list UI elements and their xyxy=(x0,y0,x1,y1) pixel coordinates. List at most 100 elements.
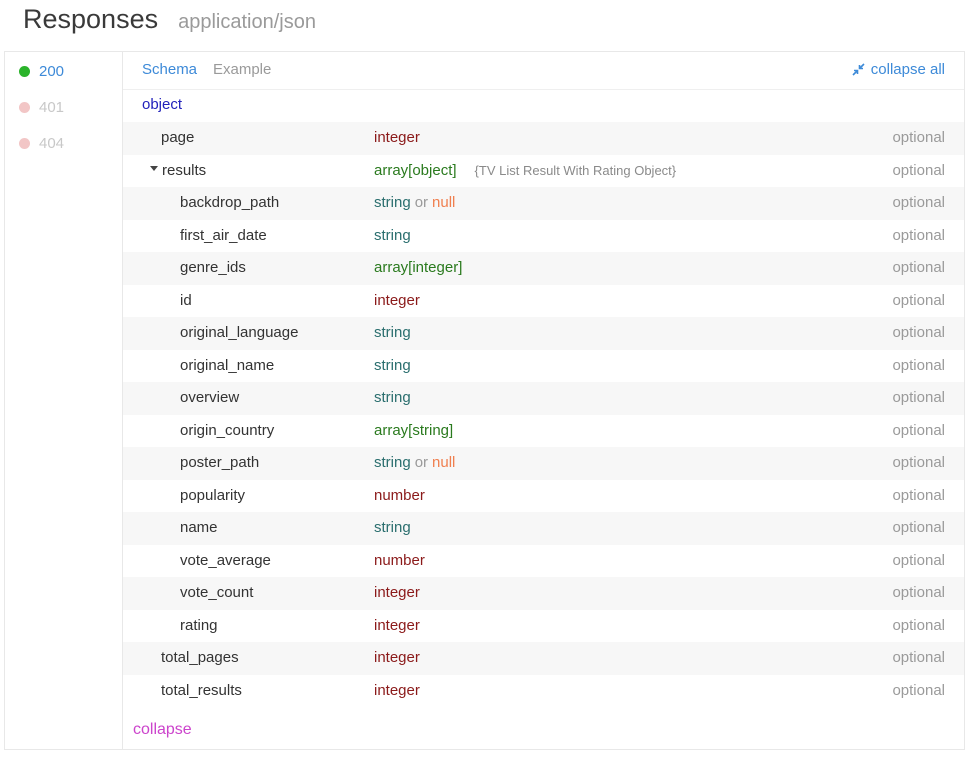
field-type: string or null xyxy=(374,454,455,471)
status-code-label: 200 xyxy=(39,62,65,80)
optional-label: optional xyxy=(892,356,945,374)
field-name: genre_ids xyxy=(180,259,246,276)
status-code-404[interactable]: 404 xyxy=(19,133,64,153)
field-name: id xyxy=(180,292,192,309)
field-type: integer xyxy=(374,584,420,601)
optional-label: optional xyxy=(892,551,945,569)
field-name-text: first_air_date xyxy=(180,226,267,244)
field-name: origin_country xyxy=(180,422,274,439)
status-code-401[interactable]: 401 xyxy=(19,97,64,117)
field-name: first_air_date xyxy=(180,227,267,244)
type-label: array[object] xyxy=(374,161,457,179)
field-name[interactable]: results xyxy=(150,162,206,179)
field-type: number xyxy=(374,487,425,504)
field-name: popularity xyxy=(180,487,245,504)
field-name: total_pages xyxy=(161,649,239,666)
schema-row-first-air-date: first_air_date string optional xyxy=(123,220,964,253)
field-name: page xyxy=(161,129,194,146)
schema-row-total-results: total_results integer optional xyxy=(123,675,964,708)
schema-row-results[interactable]: results array[object] {TV List Result With… xyxy=(123,155,964,188)
schema-row-name: name string optional xyxy=(123,512,964,545)
optional-label: optional xyxy=(892,324,945,341)
field-name-text: id xyxy=(180,291,192,309)
type-label: integer xyxy=(374,291,420,309)
status-dot-icon xyxy=(19,65,30,77)
schema-row-original-name: original_name string optional xyxy=(123,350,964,383)
optional-label: optional xyxy=(892,649,945,666)
field-name-text: original_language xyxy=(180,324,299,341)
type-label: string xyxy=(374,356,411,374)
field-type: array[string] xyxy=(374,422,453,439)
field-name-text: origin_country xyxy=(180,421,275,439)
field-type: number xyxy=(374,552,425,569)
field-name-text: overview xyxy=(180,389,240,406)
field-type: integer xyxy=(374,649,420,666)
field-type: string or null xyxy=(374,194,455,211)
optional-label: optional xyxy=(892,259,945,276)
schema-field-list: page integer optional results array[object] {… xyxy=(123,122,964,707)
type-label: string xyxy=(374,389,411,406)
field-name-text: vote_average xyxy=(180,551,271,569)
optional-label: optional xyxy=(892,584,945,601)
type-label: integer xyxy=(374,129,420,146)
schema-content: Schema Example collapse all object page i… xyxy=(123,52,964,749)
optional-label: optional xyxy=(892,421,945,439)
optional-label: optional xyxy=(892,486,945,504)
optional-label: optional xyxy=(892,291,945,309)
type-label: integer xyxy=(374,649,420,666)
schema-row-overview: overview string optional xyxy=(123,382,964,415)
field-name-text: total_results xyxy=(161,681,242,699)
field-type: string xyxy=(374,389,411,406)
optional-label: optional xyxy=(892,389,945,406)
type-label: string xyxy=(374,194,411,211)
field-name-text: vote_count xyxy=(180,584,254,601)
field-name-text: original_name xyxy=(180,356,275,374)
schema-row-vote-count: vote_count integer optional xyxy=(123,577,964,610)
type-label: array[integer] xyxy=(374,259,463,276)
schema-row-page: page integer optional xyxy=(123,122,964,155)
optional-label: optional xyxy=(892,681,945,699)
collapse-arrows-icon xyxy=(852,63,865,76)
field-name-text: poster_path xyxy=(180,454,260,471)
schema-row-total-pages: total_pages integer optional xyxy=(123,642,964,675)
field-name-text: popularity xyxy=(180,486,246,504)
field-name: total_results xyxy=(161,682,242,699)
status-code-label: 401 xyxy=(39,98,65,116)
collapse-link[interactable]: collapse xyxy=(133,721,192,739)
schema-row-rating: rating integer optional xyxy=(123,610,964,643)
page-title: Responses xyxy=(23,4,159,34)
schema-row-original-language: original_language string optional xyxy=(123,317,964,350)
type-label: integer xyxy=(374,616,420,634)
schema-row-vote-average: vote_average number optional xyxy=(123,545,964,578)
field-name: poster_path xyxy=(180,454,259,471)
field-name: original_language xyxy=(180,324,298,341)
tab-bar: Schema Example collapse all xyxy=(123,52,964,90)
null-type-label: null xyxy=(432,194,456,211)
field-type: string xyxy=(374,324,411,341)
root-type-label: object xyxy=(142,96,183,113)
optional-label: optional xyxy=(892,194,945,211)
caret-down-icon[interactable] xyxy=(150,166,158,172)
status-code-200[interactable]: 200 xyxy=(19,61,64,81)
field-name: name xyxy=(180,519,218,536)
or-label: or xyxy=(414,454,429,471)
field-name-text: backdrop_path xyxy=(180,194,280,211)
type-label: integer xyxy=(374,584,420,601)
field-name-text: results xyxy=(162,161,207,179)
schema-row-genre-ids: genre_ids array[integer] optional xyxy=(123,252,964,285)
schema-row-origin-country: origin_country array[string] optional xyxy=(123,415,964,448)
type-label: number xyxy=(374,551,425,569)
type-description: {TV List Result With Rating Object} xyxy=(474,162,677,178)
field-name: vote_average xyxy=(180,552,271,569)
tab-schema[interactable]: Schema xyxy=(142,61,197,78)
type-label: string xyxy=(374,324,411,341)
field-name-text: name xyxy=(180,519,218,536)
collapse-all-button[interactable]: collapse all xyxy=(852,61,945,78)
type-label: string xyxy=(374,454,411,471)
field-type: string xyxy=(374,227,411,244)
or-label: or xyxy=(414,194,429,211)
tab-example[interactable]: Example xyxy=(213,61,271,78)
schema-row-id: id integer optional xyxy=(123,285,964,318)
field-name: backdrop_path xyxy=(180,194,279,211)
field-name: rating xyxy=(180,617,218,634)
